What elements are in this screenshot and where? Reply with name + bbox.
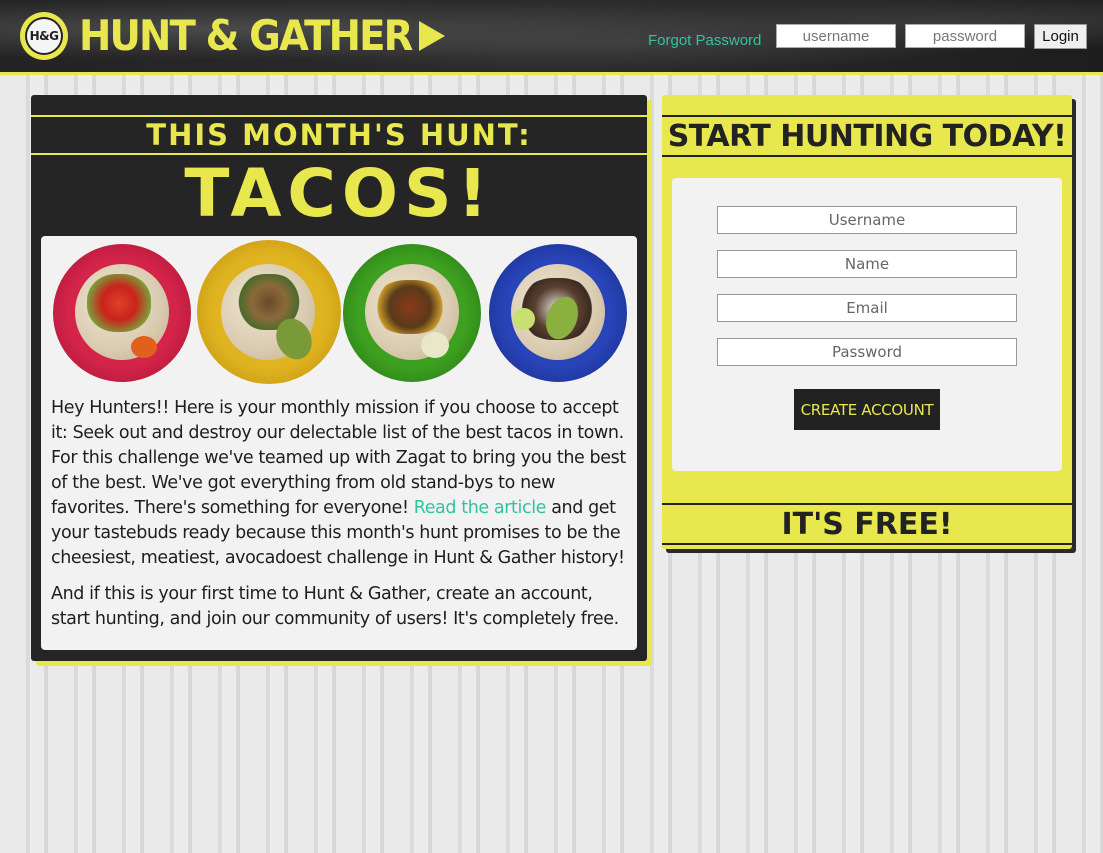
signup-email-input[interactable] bbox=[717, 294, 1017, 322]
hunt-subject: TACOS! bbox=[184, 155, 494, 232]
signup-password-input[interactable] bbox=[717, 338, 1017, 366]
logo-badge[interactable]: H&G bbox=[20, 12, 68, 60]
create-account-button[interactable]: CREATE ACCOUNT bbox=[794, 389, 940, 430]
taco-plate-blue-image bbox=[489, 244, 627, 382]
login-button[interactable]: Login bbox=[1034, 24, 1087, 49]
signup-form: CREATE ACCOUNT bbox=[672, 178, 1062, 471]
taco-plate-yellow-image bbox=[197, 240, 341, 384]
signup-title: START HUNTING TODAY! bbox=[667, 118, 1067, 154]
hunt-paragraph-1: Hey Hunters!! Here is your monthly missi… bbox=[51, 398, 626, 568]
logo-badge-text: H&G bbox=[27, 19, 61, 53]
logo-text[interactable]: HUNT & GATHER bbox=[79, 10, 413, 62]
login-username-input[interactable] bbox=[776, 24, 896, 48]
monthly-hunt-panel: THIS MONTH'S HUNT: TACOS! Hey Hunters!! … bbox=[31, 95, 647, 661]
taco-plate-red-image bbox=[53, 244, 191, 382]
signup-name-input[interactable] bbox=[717, 250, 1017, 278]
hunt-paragraph-2: And if this is your first time to Hunt &… bbox=[51, 584, 619, 629]
hunt-title: THIS MONTH'S HUNT: bbox=[146, 118, 532, 152]
hunt-card: Hey Hunters!! Here is your monthly missi… bbox=[41, 236, 637, 650]
signup-username-input[interactable] bbox=[717, 206, 1017, 234]
signup-panel: START HUNTING TODAY! CREATE ACCOUNT IT'S… bbox=[662, 95, 1072, 549]
hunt-description: Hey Hunters!! Here is your monthly missi… bbox=[51, 396, 629, 643]
site-header: H&G HUNT & GATHER Forgot Password Login bbox=[0, 0, 1103, 75]
its-free-text: IT'S FREE! bbox=[781, 506, 953, 542]
login-password-input[interactable] bbox=[905, 24, 1025, 48]
read-article-link[interactable]: Read the article bbox=[414, 498, 547, 518]
forgot-password-link[interactable]: Forgot Password bbox=[648, 32, 761, 49]
logo-arrow-icon bbox=[419, 21, 445, 51]
taco-plate-green-image bbox=[343, 244, 481, 382]
